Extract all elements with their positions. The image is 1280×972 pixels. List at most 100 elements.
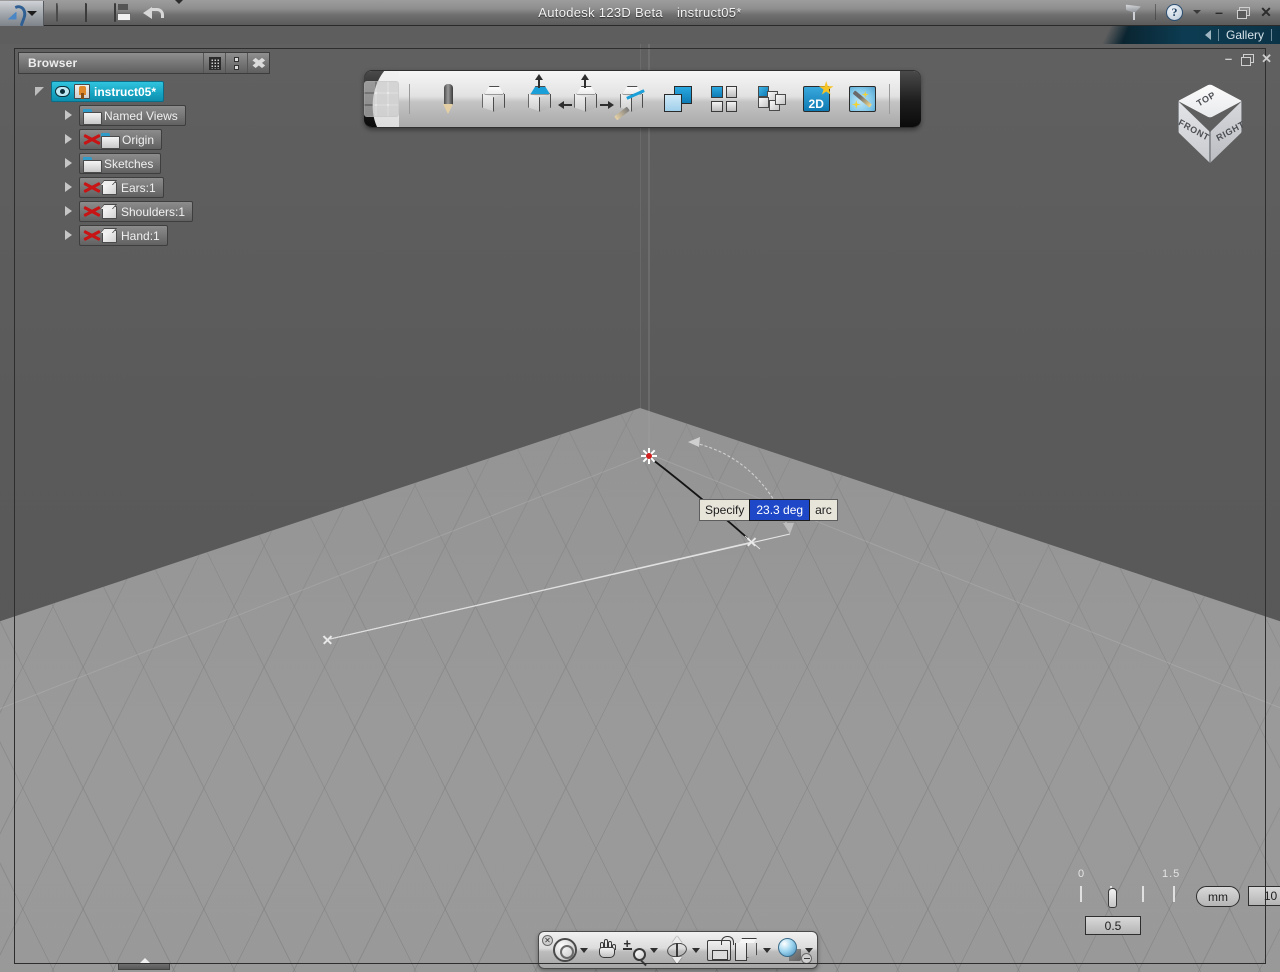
pan-view-icon [706, 935, 734, 961]
minimize-button[interactable]: – [1211, 4, 1227, 20]
tree-item-origin[interactable]: Origin [18, 129, 270, 150]
appearance-tool[interactable] [777, 936, 802, 964]
gallery-bar: Gallery [0, 26, 1280, 44]
expander-closed-icon[interactable] [62, 157, 75, 170]
chevron-down-icon[interactable] [649, 947, 658, 953]
hand-icon [596, 938, 618, 962]
navbar-minimize-button[interactable] [801, 953, 812, 964]
close-button[interactable]: ✕ [1258, 4, 1274, 21]
restore-button[interactable] [1237, 7, 1250, 19]
box-view-icon [734, 938, 760, 962]
title-bar: Autodesk 123D Beta instruct05* ? – ✕ [0, 0, 1280, 26]
chevron-down-icon[interactable] [762, 947, 771, 953]
input-prefix-label: Specify [699, 499, 750, 521]
inner-window-controls: – ✕ [1225, 52, 1272, 66]
hidden-x-icon [83, 228, 101, 243]
main-toolbar: 2D [364, 70, 921, 128]
tree-item-label: Shoulders:1 [121, 204, 186, 219]
document-name-label: instruct05* [676, 5, 742, 20]
help-caret-down-icon[interactable] [1193, 10, 1201, 14]
scale-value-box[interactable]: 0.5 [1085, 916, 1141, 935]
expander-closed-icon[interactable] [62, 205, 75, 218]
steering-wheel-tool[interactable] [553, 936, 578, 964]
solid-cube-icon [101, 204, 117, 219]
dimension-input-tooltip[interactable]: Specify 23.3 deg arc [699, 499, 838, 521]
pan-tool[interactable] [595, 936, 619, 964]
grid-icon [208, 56, 221, 70]
tree-item-ears[interactable]: Ears:1 [18, 177, 270, 198]
tree-item-sketches[interactable]: Sketches [18, 153, 270, 174]
browser-grid-button[interactable] [203, 53, 225, 73]
box-view-tool[interactable] [734, 936, 760, 964]
window-title: Autodesk 123D Beta instruct05* [0, 5, 1280, 20]
chevron-down-icon[interactable] [580, 947, 589, 953]
sketch-2d-tool[interactable]: 2D [799, 81, 834, 116]
orbit-icon [665, 936, 688, 964]
box-icon [480, 85, 508, 113]
star-icon [819, 81, 834, 95]
expander-closed-icon[interactable] [62, 181, 75, 194]
view-cube[interactable]: TOP FRONT RIGHT [1160, 80, 1260, 190]
tree-item-label: Named Views [104, 108, 178, 123]
tree-item-shoulders[interactable]: Shoulders:1 [18, 201, 270, 222]
toolbar-brand-tab[interactable] [364, 71, 399, 127]
model-tree: instruct05* Named Views Origin Sketches … [18, 74, 270, 246]
close-x-icon: ✖ [251, 55, 266, 71]
satellite-dish-icon[interactable] [1125, 3, 1145, 21]
expander-closed-icon[interactable] [62, 109, 75, 122]
hidden-x-icon [83, 180, 101, 195]
extrude-tool[interactable] [523, 73, 557, 116]
expander-open-icon[interactable] [34, 85, 47, 98]
primitive-box-tool[interactable] [477, 82, 511, 116]
smart-tool[interactable] [845, 82, 879, 116]
expander-closed-icon[interactable] [62, 229, 75, 242]
panel-restore-button[interactable] [1241, 53, 1255, 66]
modify-tool[interactable] [614, 82, 649, 120]
input-suffix-label: arc [810, 499, 838, 521]
tree-item-label: Sketches [104, 156, 154, 171]
panel-minimize-button[interactable]: – [1225, 52, 1232, 65]
chevron-down-icon[interactable] [691, 947, 700, 953]
browser-dots-button[interactable] [225, 53, 247, 73]
browser-close-button[interactable]: ✖ [247, 53, 269, 73]
angle-input-field[interactable]: 23.3 deg [749, 499, 811, 521]
folder-icon [83, 108, 102, 125]
combine-tool[interactable] [661, 82, 695, 116]
tree-item-named-views[interactable]: Named Views [18, 105, 270, 126]
snap-center-dot [646, 453, 652, 459]
panel-close-button[interactable]: ✕ [1261, 52, 1272, 65]
box-blue-top-icon [526, 73, 554, 113]
move-transform-tool[interactable] [558, 73, 615, 116]
toolbar-end-tab[interactable] [899, 71, 921, 127]
assembly-icon [74, 84, 90, 99]
solid-cube-icon [101, 228, 117, 243]
tree-item-instruct05[interactable]: instruct05* [18, 81, 270, 102]
pan-view-tool[interactable] [706, 935, 734, 964]
gallery-label[interactable]: Gallery [1226, 28, 1264, 42]
unit-selector[interactable]: mm [1196, 886, 1240, 907]
help-icon[interactable]: ? [1166, 3, 1183, 21]
zoom-tool[interactable]: + [622, 936, 648, 967]
scale-ruler[interactable] [1078, 886, 1198, 904]
box-pencil-icon [614, 85, 646, 120]
group-cubes-tool[interactable] [753, 82, 787, 116]
browser-header: Browser ✖ [18, 52, 270, 74]
pattern-tool[interactable] [707, 82, 741, 116]
orbit-tool[interactable] [665, 936, 689, 964]
gallery-collapse-icon[interactable] [1204, 30, 1211, 40]
tree-item-label: Origin [122, 132, 155, 147]
navbar-close-button[interactable]: ✕ [542, 935, 553, 946]
ruler-tick-label-1: 1.5 [1162, 868, 1181, 880]
cube-cluster-icon [755, 86, 787, 112]
eye-icon[interactable] [55, 86, 70, 97]
scale-slider-handle[interactable] [1108, 888, 1117, 908]
solid-cube-icon [101, 180, 117, 195]
2d-label: 2D [808, 97, 824, 111]
tree-item-hand[interactable]: Hand:1 [18, 225, 270, 246]
chevron-down-icon[interactable] [805, 947, 814, 953]
expander-closed-icon[interactable] [62, 133, 75, 146]
sketch-pencil-tool[interactable] [431, 82, 465, 116]
app-window: Autodesk 123D Beta instruct05* ? – ✕ Gall… [0, 0, 1280, 972]
grid-size-box[interactable]: 10 [1248, 886, 1280, 906]
viewport-scroll-handle[interactable] [118, 958, 170, 970]
